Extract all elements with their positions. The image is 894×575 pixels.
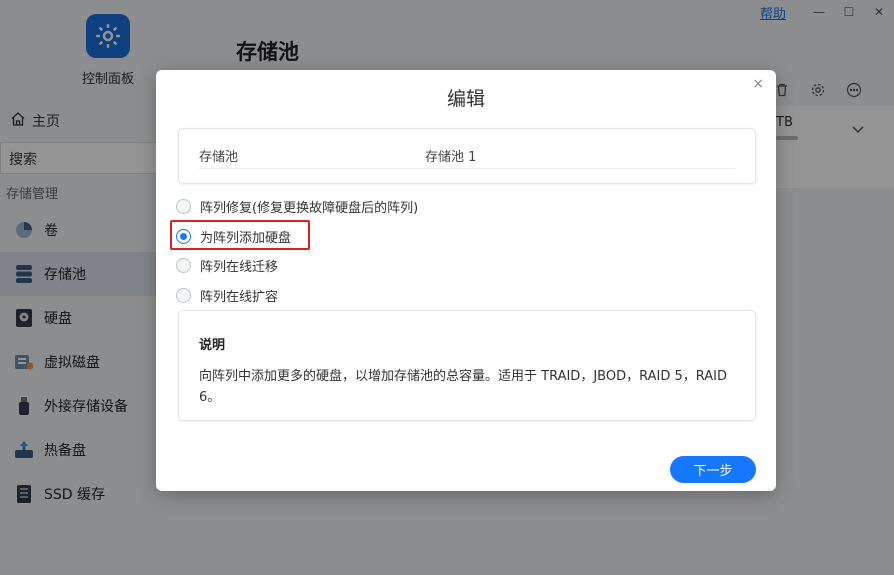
pool-info-label: 存储池	[199, 150, 239, 165]
option-label: 阵列在线迁移	[200, 260, 279, 276]
edit-dialog: × 编辑 存储池 存储池 1 阵列修复(修复更换故障硬盘后的阵列) 为阵列添加硬…	[156, 70, 776, 491]
description-title: 说明	[199, 338, 226, 353]
pool-info-value: 存储池 1	[425, 150, 477, 165]
radio-button-selected[interactable]	[176, 228, 191, 244]
edit-option-group: 阵列修复(修复更换故障硬盘后的阵列) 为阵列添加硬盘 阵列在线迁移 阵列在线扩容	[170, 192, 418, 311]
radio-button[interactable]	[176, 287, 191, 303]
option-online-migration[interactable]: 阵列在线迁移	[176, 251, 418, 281]
description-text: 向阵列中添加更多的硬盘，以增加存储池的总容量。适用于 TRAID，JBOD，RA…	[199, 369, 727, 405]
next-step-button[interactable]: 下一步	[670, 456, 756, 483]
option-label: 为阵列添加硬盘	[200, 230, 292, 246]
option-add-disk[interactable]: 为阵列添加硬盘	[176, 222, 418, 252]
option-label: 阵列修复(修复更换故障硬盘后的阵列)	[200, 201, 419, 217]
option-online-expansion[interactable]: 阵列在线扩容	[176, 281, 418, 311]
option-label: 阵列在线扩容	[200, 289, 279, 305]
description-card: 说明 向阵列中添加更多的硬盘，以增加存储池的总容量。适用于 TRAID，JBOD…	[178, 310, 756, 421]
radio-button[interactable]	[176, 258, 191, 274]
option-array-repair[interactable]: 阵列修复(修复更换故障硬盘后的阵列)	[176, 192, 418, 222]
dialog-title: 编辑	[446, 88, 485, 110]
divider	[199, 168, 735, 169]
radio-button[interactable]	[176, 199, 191, 215]
pool-info-card: 存储池 存储池 1	[178, 128, 756, 184]
